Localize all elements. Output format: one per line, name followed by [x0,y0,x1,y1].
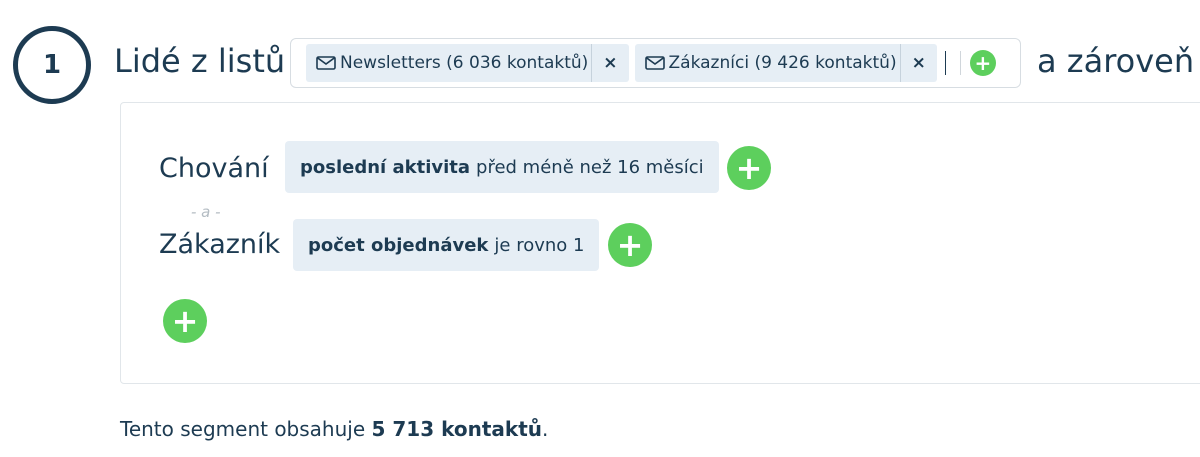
divider [959,51,961,75]
and-connector: - a - [191,203,221,221]
remove-tag-newsletters-button[interactable]: × [591,44,628,82]
summary-prefix: Tento segment obsahuje [120,417,372,441]
condition-value: před méně než 16 měsíci [476,156,704,178]
condition-chip-last-activity[interactable]: poslední aktivita před méně než 16 měsíc… [285,141,719,193]
text-caret [944,51,946,75]
list-filter-label: Lidé z listů [114,42,286,80]
condition-field: poslední aktivita [300,156,471,178]
segment-summary: Tento segment obsahuje 5 713 kontaktů. [120,417,548,441]
remove-tag-customers-button[interactable]: × [899,44,937,82]
add-behavior-condition-button[interactable]: + [727,146,771,190]
mail-icon [644,56,665,70]
step-number: 1 [42,50,62,80]
add-customer-condition-button[interactable]: + [608,223,652,267]
list-selector-input[interactable]: Newsletters (6 036 kontaktů) × Zákazníci… [290,38,1021,88]
condition-label-behavior: Chování [159,153,269,184]
condition-field: počet objednávek [308,234,489,256]
condition-value: je rovno 1 [494,234,585,256]
condition-chip-order-count[interactable]: počet objednávek je rovno 1 [293,219,600,271]
list-tag-label: Newsletters (6 036 kontaktů) [340,53,589,73]
add-condition-group-button[interactable]: + [163,299,207,343]
list-tag-newsletters: Newsletters (6 036 kontaktů) × [306,44,629,82]
conditions-panel: Chování poslední aktivita před méně než … [120,102,1200,384]
and-label: a zároveň [1037,42,1195,80]
list-tag-customers: Zákazníci (9 426 kontaktů) × [634,44,937,82]
mail-icon [316,56,336,70]
condition-label-customer: Zákazník [159,229,281,260]
contact-count: 5 713 kontaktů [371,417,543,441]
summary-suffix: . [542,417,549,441]
add-list-button[interactable]: + [969,50,996,76]
step-number-badge: 1 [13,26,91,104]
list-tag-label: Zákazníci (9 426 kontaktů) [668,53,897,73]
